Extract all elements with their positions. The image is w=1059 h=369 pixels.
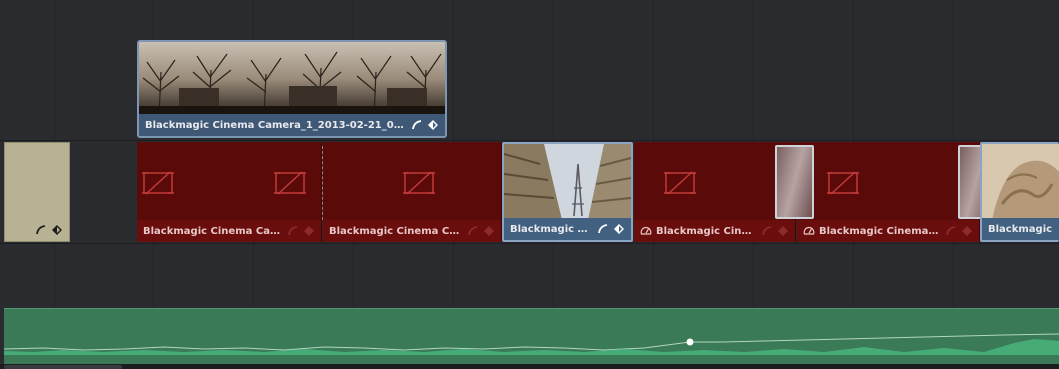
clip-name: Blackmagic Cinema Came... (329, 225, 461, 237)
clip-name: Blackmagic Cinema C... (819, 225, 939, 237)
clip-name: Blackmagic Cinema Camera_1_2013-02-21_00… (145, 119, 405, 131)
clip-thumbnail (982, 144, 1059, 220)
curve-icon (946, 226, 956, 236)
v1-clip-selected[interactable]: Blackmagic Cine (980, 142, 1059, 242)
clip-name: Blackmagic Cine (988, 223, 1053, 235)
clip-label: Blackmagic Cinema Camera_1_2013-02-21_00… (139, 114, 445, 136)
curve-icon (762, 226, 772, 236)
clip-label (5, 219, 69, 241)
transition[interactable] (775, 145, 814, 219)
offline-media-icon (664, 171, 696, 195)
keyframe-diamond-icon (778, 226, 788, 236)
v1-clip-offline[interactable]: Blackmagic Cinema Camer... (137, 142, 322, 242)
v1-clip-offline[interactable]: Blackmagic Cinema C... (797, 142, 980, 242)
keyframe-diamond-icon (52, 225, 62, 235)
offline-media-icon (827, 171, 859, 195)
offline-media-icon (142, 171, 174, 195)
audio-track[interactable] (3, 308, 1059, 365)
v1-clip-offline[interactable]: Blackmagic Cinema Came... (323, 142, 502, 242)
offline-media-icon (274, 171, 306, 195)
v1-clip-offline[interactable]: Blackmagic Cine... (634, 142, 796, 242)
audio-waveform (3, 333, 1059, 355)
horizontal-scrollbar[interactable] (4, 365, 122, 369)
curve-icon (412, 120, 422, 130)
curve-icon (288, 226, 298, 236)
v2-clip[interactable]: Blackmagic Cinema Camera_1_2013-02-21_00… (137, 40, 447, 138)
clip-label: Blackmagic Cine... (634, 220, 795, 242)
track-separator (0, 243, 1059, 244)
keyframe-diamond-icon (962, 226, 972, 236)
track-separator (0, 140, 1059, 141)
clip-name: Blackmagic Cin... (510, 223, 591, 235)
keyframe-diamond-icon (428, 120, 438, 130)
keyframe-diamond-icon (484, 226, 494, 236)
volume-keyframe[interactable] (686, 338, 694, 346)
curve-icon (598, 224, 608, 234)
curve-icon (468, 226, 478, 236)
clip-name: Blackmagic Cinema Camer... (143, 225, 281, 237)
clip-label: Blackmagic Cinema Came... (323, 220, 501, 242)
keyframe-diamond-icon (614, 224, 624, 234)
clip-label: Blackmagic Cinema C... (797, 220, 979, 242)
clip-label: Blackmagic Cine (982, 218, 1059, 240)
clip-thumbnail (504, 144, 631, 220)
offline-media-icon (403, 171, 435, 195)
v1-clip-beige[interactable] (4, 142, 70, 242)
v1-clip-selected[interactable]: Blackmagic Cin... (502, 142, 633, 242)
curve-icon (36, 225, 46, 235)
speed-icon (640, 227, 652, 235)
clip-label: Blackmagic Cin... (504, 218, 631, 240)
timeline-footer (0, 364, 1059, 369)
clip-name: Blackmagic Cine... (656, 225, 755, 237)
timeline[interactable]: Blackmagic Cinema Camera_1_2013-02-21_00… (0, 0, 1059, 369)
clip-label: Blackmagic Cinema Camer... (137, 220, 321, 242)
speed-icon (803, 227, 815, 235)
keyframe-diamond-icon (304, 226, 314, 236)
clip-thumbnail (139, 42, 445, 116)
